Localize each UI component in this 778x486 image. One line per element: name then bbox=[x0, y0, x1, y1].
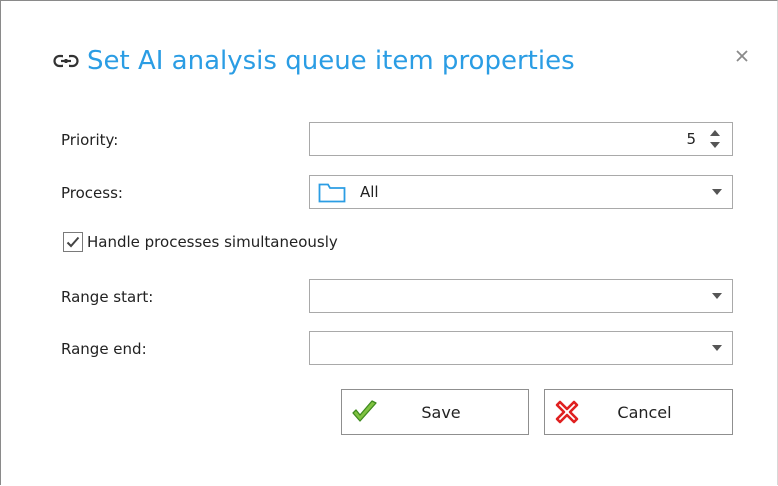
dialog: Set AI analysis queue item properties Pr… bbox=[0, 0, 778, 485]
range-end-label: Range end: bbox=[61, 340, 147, 358]
process-label: Process: bbox=[61, 184, 123, 202]
dialog-title: Set AI analysis queue item properties bbox=[87, 46, 575, 76]
range-start-label: Range start: bbox=[61, 288, 154, 306]
handle-simultaneously-option[interactable]: Handle processes simultaneously bbox=[63, 230, 338, 254]
spin-arrows-icon[interactable] bbox=[708, 126, 722, 152]
folder-icon bbox=[318, 183, 346, 203]
process-dropdown[interactable]: All bbox=[309, 175, 733, 209]
chevron-down-icon[interactable] bbox=[712, 345, 722, 351]
range-start-dropdown[interactable] bbox=[309, 279, 733, 313]
chevron-down-icon[interactable] bbox=[712, 189, 722, 195]
range-end-dropdown[interactable] bbox=[309, 331, 733, 365]
close-icon[interactable] bbox=[735, 49, 749, 63]
process-value: All bbox=[360, 183, 379, 201]
link-icon bbox=[53, 51, 79, 71]
dialog-header: Set AI analysis queue item properties bbox=[53, 41, 575, 81]
close-button[interactable] bbox=[731, 45, 753, 67]
save-label: Save bbox=[421, 402, 461, 422]
handle-simultaneously-label: Handle processes simultaneously bbox=[87, 233, 338, 251]
priority-label: Priority: bbox=[61, 131, 119, 149]
cancel-button[interactable]: Cancel bbox=[544, 389, 733, 435]
checkmark-icon bbox=[66, 236, 80, 248]
handle-simultaneously-checkbox[interactable] bbox=[63, 232, 83, 252]
cancel-label: Cancel bbox=[617, 402, 672, 422]
priority-spinner[interactable]: 5 bbox=[309, 122, 733, 156]
priority-value: 5 bbox=[686, 130, 696, 148]
chevron-down-icon[interactable] bbox=[712, 293, 722, 299]
save-button[interactable]: Save bbox=[341, 389, 529, 435]
